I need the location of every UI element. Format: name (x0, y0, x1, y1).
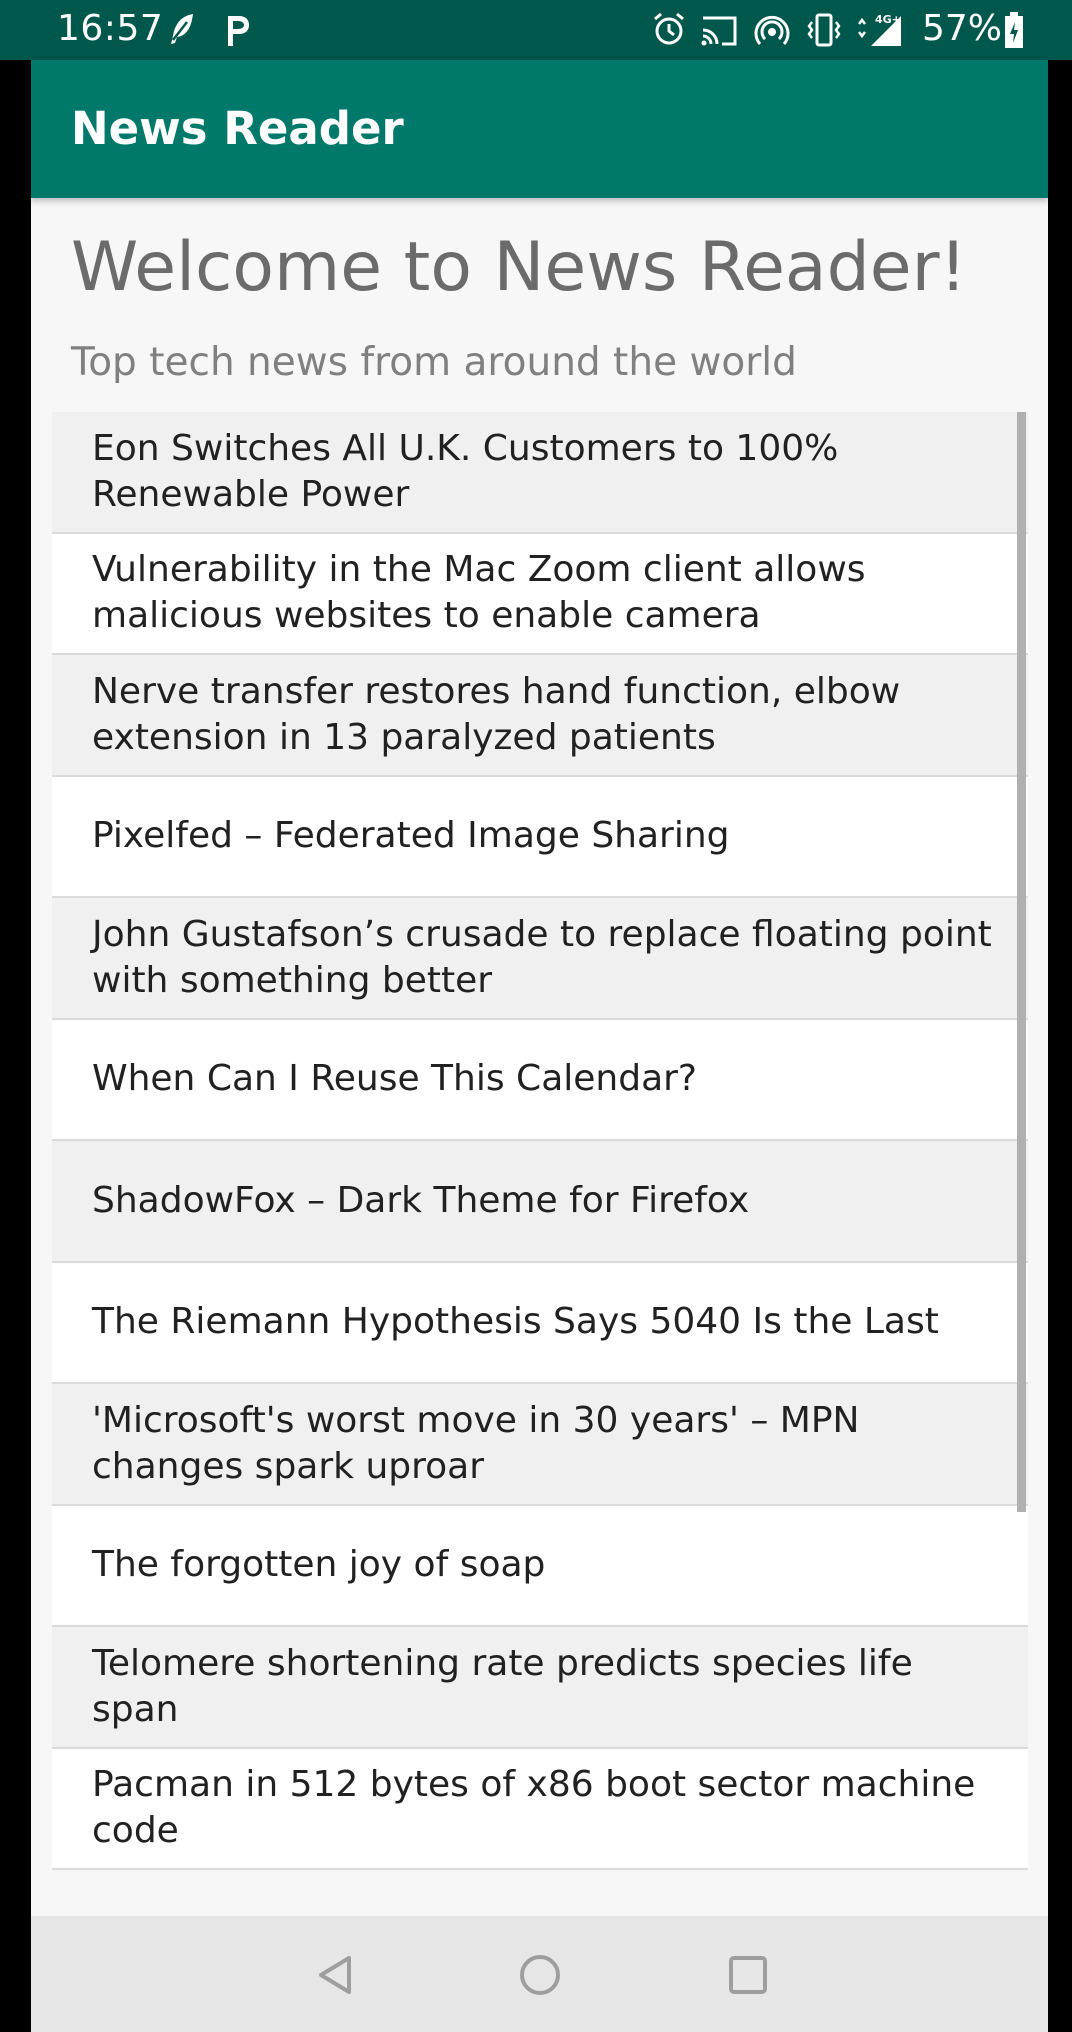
p-app-icon (228, 16, 249, 46)
battery-icon (1005, 12, 1023, 48)
news-item[interactable]: John Gustafson’s crusade to replace floa… (52, 898, 1028, 1020)
news-item[interactable]: Nerve transfer restores hand function, e… (52, 655, 1028, 777)
news-item-title: Nerve transfer restores hand function, e… (92, 670, 901, 758)
news-item[interactable]: 'Microsoft's worst move in 30 years' – M… (52, 1384, 1028, 1506)
news-item[interactable]: The Riemann Hypothesis Says 5040 Is the … (52, 1262, 1028, 1384)
status-time: 16:57 (57, 8, 164, 49)
app-bar: News Reader (31, 60, 1048, 198)
news-item-title: When Can I Reuse This Calendar? (92, 1058, 698, 1100)
main-content: Welcome to News Reader! Top tech news fr… (31, 198, 1048, 1916)
news-item-title: Vulnerability in the Mac Zoom client all… (92, 549, 866, 637)
battery-percent: 57% (922, 8, 1003, 49)
scrollbar[interactable] (1017, 412, 1026, 1512)
welcome-subtitle: Top tech news from around the world (71, 340, 797, 385)
news-item-title: 'Microsoft's worst move in 30 years' – M… (92, 1399, 860, 1487)
news-item[interactable]: When Can I Reuse This Calendar? (52, 1019, 1028, 1141)
news-item-title: The forgotten joy of soap (92, 1544, 546, 1586)
news-item-title: Eon Switches All U.K. Customers to 100% … (92, 427, 839, 515)
news-item[interactable]: Vulnerability in the Mac Zoom client all… (52, 533, 1028, 655)
news-item-title: Telomere shortening rate predicts specie… (92, 1642, 913, 1730)
news-item[interactable]: ShadowFox – Dark Theme for Firefox (52, 1141, 1028, 1263)
news-item[interactable]: The forgotten joy of soap (52, 1505, 1028, 1627)
news-list[interactable]: Eon Switches All U.K. Customers to 100% … (52, 412, 1028, 1916)
navigation-bar (31, 1916, 1048, 2032)
recents-icon[interactable] (723, 1950, 773, 2000)
news-item[interactable]: Pacman in 512 bytes of x86 boot sector m… (52, 1748, 1028, 1870)
hotspot-icon (754, 15, 790, 45)
phone-screen: 16:57 4G+ 57% News Reader Welcome to New… (0, 0, 1072, 2032)
back-icon[interactable] (311, 1950, 361, 2000)
cast-icon (701, 16, 737, 46)
news-item[interactable]: Telomere shortening rate predicts specie… (52, 1627, 1028, 1749)
app-title: News Reader (71, 102, 404, 155)
alarm-icon (654, 12, 684, 45)
news-item-title: John Gustafson’s crusade to replace floa… (92, 913, 992, 1001)
signal-4g-icon: 4G+ (858, 13, 901, 46)
home-icon[interactable] (515, 1950, 565, 2000)
status-bar: 16:57 4G+ 57% (0, 0, 1072, 60)
welcome-title: Welcome to News Reader! (71, 228, 967, 307)
news-item[interactable]: Pixelfed – Federated Image Sharing (52, 776, 1028, 898)
news-item-title: Pixelfed – Federated Image Sharing (92, 815, 730, 857)
vibrate-icon (807, 13, 841, 47)
news-item-title: ShadowFox – Dark Theme for Firefox (92, 1179, 750, 1221)
svg-text:4G+: 4G+ (875, 13, 901, 26)
news-item-title: Pacman in 512 bytes of x86 boot sector m… (92, 1764, 976, 1852)
news-item-title: The Riemann Hypothesis Says 5040 Is the … (92, 1301, 939, 1343)
news-item[interactable]: Eon Switches All U.K. Customers to 100% … (52, 412, 1028, 534)
feather-icon (171, 14, 193, 44)
